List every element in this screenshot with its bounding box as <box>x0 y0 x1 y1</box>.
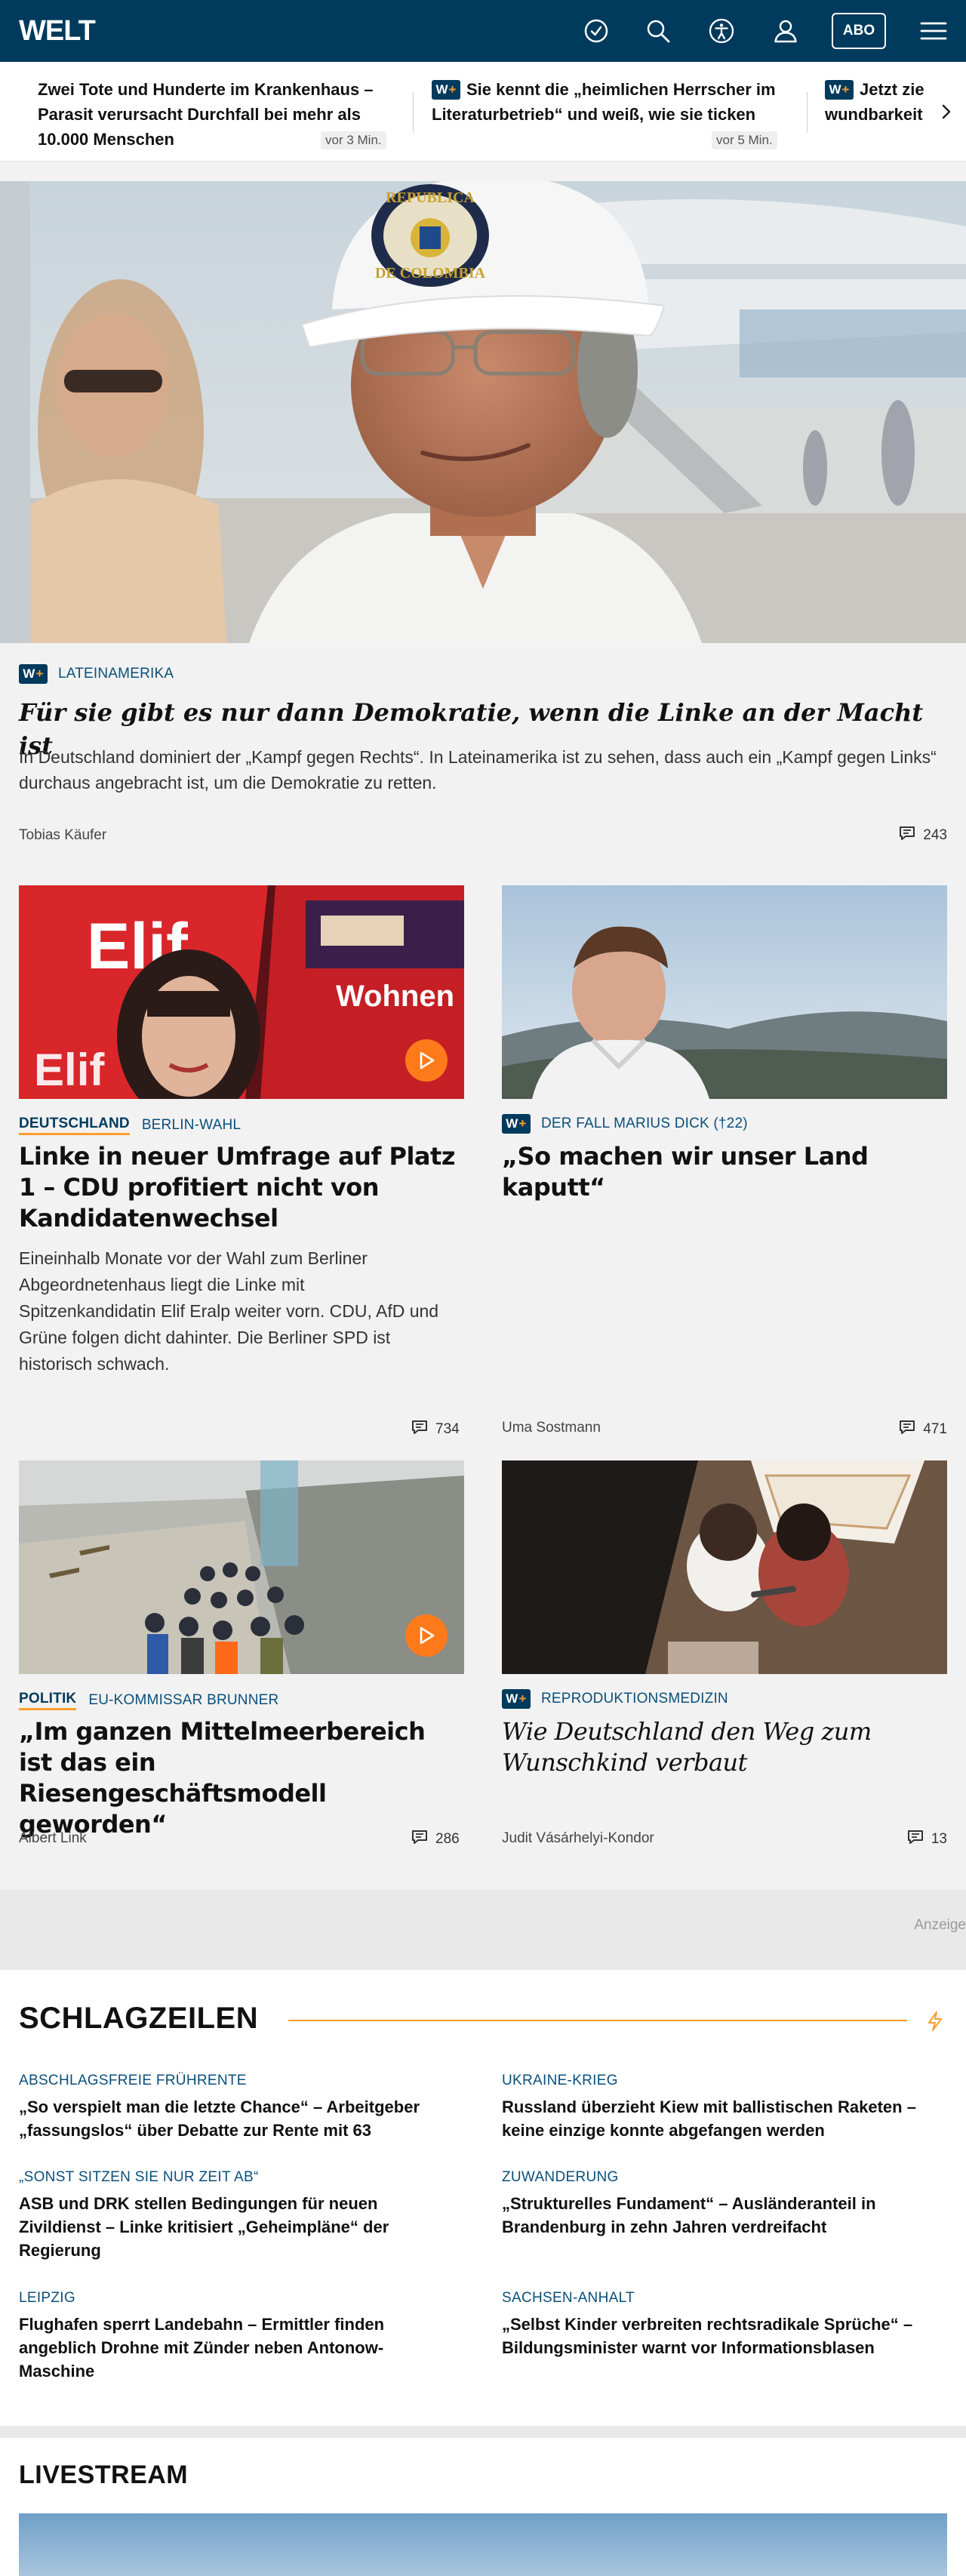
ad-slot: Anzeige <box>0 1890 966 1970</box>
article-author: Albert Link <box>19 1830 87 1846</box>
headline-kicker: ABSCHLAGSFREIE FRÜHRENTE <box>19 2073 247 2088</box>
news-ticker: Zwei Tote und Hunderte im Krankenhaus – … <box>0 62 966 162</box>
accessibility-icon[interactable] <box>706 15 737 47</box>
site-header: WELT ABO <box>0 0 966 62</box>
headline-link[interactable]: „Strukturelles Fundament“ – Ausländerant… <box>502 2192 940 2239</box>
headline-link[interactable]: Flughafen sperrt Landebahn – Ermittler f… <box>19 2313 457 2383</box>
hero-author: Tobias Käufer <box>19 827 107 843</box>
hero-teaser[interactable]: In Deutschland dominiert der „Kampf gege… <box>19 744 947 796</box>
section-title: LIVESTREAM <box>19 2461 189 2489</box>
headline-kicker: UKRAINE-KRIEG <box>502 2073 618 2088</box>
ticker-item-time: vor 5 Min. <box>712 131 777 149</box>
headline-link[interactable]: „Selbst Kinder verbreiten rechtsradikale… <box>502 2313 940 2359</box>
ticker-divider <box>413 92 414 133</box>
premium-badge: W + <box>825 79 854 100</box>
comment-count: 471 <box>923 1421 947 1437</box>
chevron-right-icon[interactable] <box>937 103 955 121</box>
ticker-item-time: vor 3 Min. <box>321 131 386 149</box>
comment-count: 13 <box>931 1831 947 1847</box>
article-image[interactable] <box>502 885 947 1099</box>
section-title: SCHLAGZEILEN <box>19 2002 259 2035</box>
ticker-item[interactable]: W + Sie kennt die „heimlichen Herrscher im… <box>432 77 779 127</box>
abo-button[interactable]: ABO <box>832 13 886 49</box>
headline-kicker: ZUWANDERUNG <box>502 2169 619 2185</box>
welt-logo[interactable]: WELT <box>19 17 96 45</box>
article-kicker: W + REPRODUKTIONSMEDIZIN <box>502 1689 728 1709</box>
hero-comments[interactable]: 243 <box>899 826 947 845</box>
comment-count: 734 <box>435 1421 460 1437</box>
article-comments[interactable]: 286 <box>411 1830 460 1849</box>
article-headline[interactable]: Wie Deutschland den Weg zum Wunschkind v… <box>502 1716 894 1778</box>
clock-icon[interactable] <box>580 15 612 47</box>
play-icon[interactable] <box>405 1614 448 1657</box>
article-headline[interactable]: Linke in neuer Umfrage auf Platz 1 – CDU… <box>19 1141 464 1234</box>
premium-badge: W + <box>19 664 48 684</box>
comment-count: 286 <box>435 1831 460 1847</box>
article-comments[interactable]: 734 <box>411 1420 460 1439</box>
headline-link[interactable]: „So verspielt man die letzte Chance“ – A… <box>19 2095 457 2142</box>
menu-icon[interactable] <box>918 15 949 47</box>
kicker-section[interactable]: POLITIK <box>19 1691 77 1710</box>
hero-image[interactable]: REPUBLICA DE COLOMBIA <box>0 181 966 643</box>
article-headline[interactable]: „So machen wir unser Land kaputt“ <box>502 1141 947 1203</box>
comment-icon <box>907 1830 924 1849</box>
ticker-item-title: Sie kennt die „heimlichen Herrscher im L… <box>432 80 776 124</box>
ticker-item[interactable]: W + Jetzt zie wundbarkeit <box>825 77 931 137</box>
article-comments[interactable]: 471 <box>899 1420 947 1439</box>
hero-kicker: W + LATEINAMERIKA <box>19 664 174 684</box>
headline-kicker: „SONST SITZEN SIE NUR ZEIT AB“ <box>19 2169 259 2185</box>
article-author: Judit Vásárhelyi-Kondor <box>502 1830 654 1846</box>
article-kicker: POLITIK EU-KOMMISSAR BRUNNER <box>19 1691 278 1710</box>
livestream-player[interactable] <box>19 2513 947 2576</box>
search-icon[interactable] <box>642 15 674 47</box>
ad-label: Anzeige <box>914 1917 966 1933</box>
svg-text:Elif: Elif <box>34 1045 105 1095</box>
comment-icon <box>899 826 915 845</box>
headline-link[interactable]: Russland überzieht Kiew mit ballistische… <box>502 2095 940 2142</box>
kicker-topic[interactable]: DER FALL MARIUS DICK (†22) <box>541 1116 748 1132</box>
article-author: Uma Sostmann <box>502 1420 601 1436</box>
svg-text:DE COLOMBIA: DE COLOMBIA <box>375 265 486 282</box>
section-divider <box>288 2020 907 2021</box>
headlines-section: SCHLAGZEILEN ABSCHLAGSFREIE FRÜHRENTE „S… <box>0 1970 966 2426</box>
article-headline[interactable]: „Im ganzen Mittelmeerbereich ist das ein… <box>19 1716 464 1840</box>
livestream-section: LIVESTREAM <box>0 2438 966 2576</box>
svg-text:REPUBLICA: REPUBLICA <box>386 189 475 206</box>
kicker-topic[interactable]: BERLIN-WAHL <box>142 1117 241 1134</box>
lightning-icon <box>927 2011 943 2035</box>
comment-icon <box>899 1420 915 1439</box>
premium-badge: W + <box>502 1689 531 1709</box>
article-teaser[interactable]: Eineinhalb Monate vor der Wahl zum Berli… <box>19 1245 441 1377</box>
premium-badge: W + <box>432 79 460 100</box>
headline-kicker: LEIPZIG <box>19 2290 75 2306</box>
article-kicker: W + DER FALL MARIUS DICK (†22) <box>502 1114 748 1134</box>
kicker-topic[interactable]: REPRODUKTIONSMEDIZIN <box>541 1691 728 1707</box>
kicker-topic[interactable]: EU-KOMMISSAR BRUNNER <box>88 1692 278 1709</box>
svg-text:Wohnen: Wohnen <box>336 980 454 1013</box>
user-icon[interactable] <box>770 15 801 47</box>
headline-link[interactable]: ASB und DRK stellen Bedingungen für neue… <box>19 2192 457 2262</box>
hero-kicker-label[interactable]: LATEINAMERIKA <box>58 666 174 682</box>
section-spacer <box>0 2426 966 2438</box>
article-image[interactable]: Elif Elif Wohnen <box>19 885 464 1099</box>
article-image[interactable] <box>502 1460 947 1674</box>
comment-count: 243 <box>923 827 947 843</box>
article-image[interactable] <box>19 1460 464 1674</box>
kicker-section[interactable]: DEUTSCHLAND <box>19 1116 130 1135</box>
headline-kicker: SACHSEN-ANHALT <box>502 2290 635 2306</box>
play-icon[interactable] <box>405 1039 448 1082</box>
article-kicker: DEUTSCHLAND BERLIN-WAHL <box>19 1116 241 1135</box>
ticker-divider <box>807 92 808 133</box>
comment-icon <box>411 1830 428 1849</box>
comment-icon <box>411 1420 428 1439</box>
premium-badge: W + <box>502 1114 531 1134</box>
article-comments[interactable]: 13 <box>907 1830 947 1849</box>
